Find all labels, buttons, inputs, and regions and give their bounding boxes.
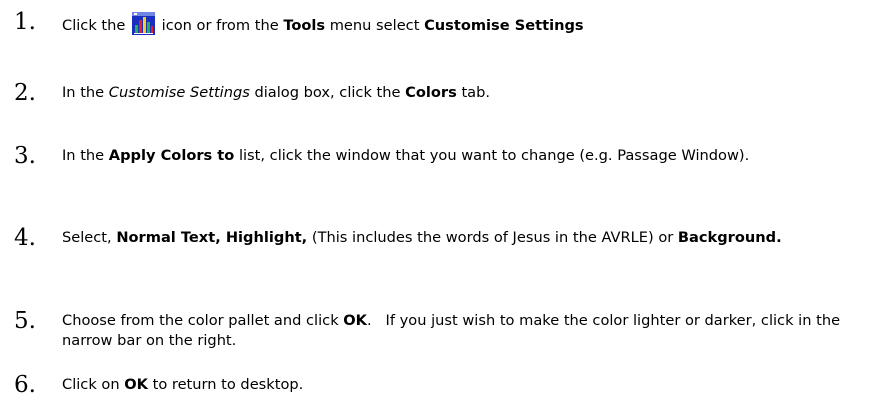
step-2-text-b: dialog box, click the — [254, 84, 401, 101]
step-text: Click on OK to return to desktop. — [62, 375, 852, 395]
tools-menu-label: Tools — [283, 17, 326, 34]
step-text: In the Apply Colors to list, click the w… — [62, 146, 852, 166]
step-text: Choose from the color pallet and click O… — [62, 311, 852, 351]
dialog-name: Customise Settings — [108, 84, 250, 101]
customise-settings-label: Customise Settings — [424, 17, 584, 34]
step-text: Select, Normal Text, Highlight, (This in… — [62, 228, 852, 248]
step-2-text-a: In the — [62, 84, 105, 101]
step-number: 5. — [14, 308, 36, 334]
step-text: Click the icon or from the Tools menu se… — [62, 12, 852, 36]
ok-label: OK — [343, 312, 367, 329]
step-1-text-a: Click the — [62, 17, 126, 34]
colors-tab-label: Colors — [405, 84, 457, 101]
step-6-text-a: Click on — [62, 376, 120, 393]
text-types-label: Normal Text, Highlight, — [116, 229, 308, 246]
step-1-text-c: menu select — [329, 17, 420, 34]
ok-label: OK — [124, 376, 148, 393]
background-label: Background. — [677, 229, 782, 246]
step-number: 3. — [14, 143, 36, 169]
apply-colors-label: Apply Colors to — [108, 147, 235, 164]
step-number: 6. — [14, 372, 36, 398]
step-number: 1. — [14, 9, 36, 35]
instruction-steps: 1. Click the icon or from the Tools menu — [0, 0, 876, 412]
step-6-text-b: to return to desktop. — [152, 376, 304, 393]
step-text: In the Customise Settings dialog box, cl… — [62, 83, 852, 103]
step-2-text-c: tab. — [461, 84, 491, 101]
step-3-text-a: In the — [62, 147, 105, 164]
step-5-text-a: Choose from the color pallet and click — [62, 312, 339, 329]
step-4-text-a: Select, — [62, 229, 112, 246]
customise-settings-icon — [132, 12, 156, 35]
step-4-text-b: (This includes the words of Jesus in the… — [311, 229, 674, 246]
step-1-text-b: icon or from the — [161, 17, 279, 34]
step-number: 2. — [14, 80, 36, 106]
step-number: 4. — [14, 225, 36, 251]
step-3-text-b: list, click the window that you want to … — [238, 147, 750, 164]
